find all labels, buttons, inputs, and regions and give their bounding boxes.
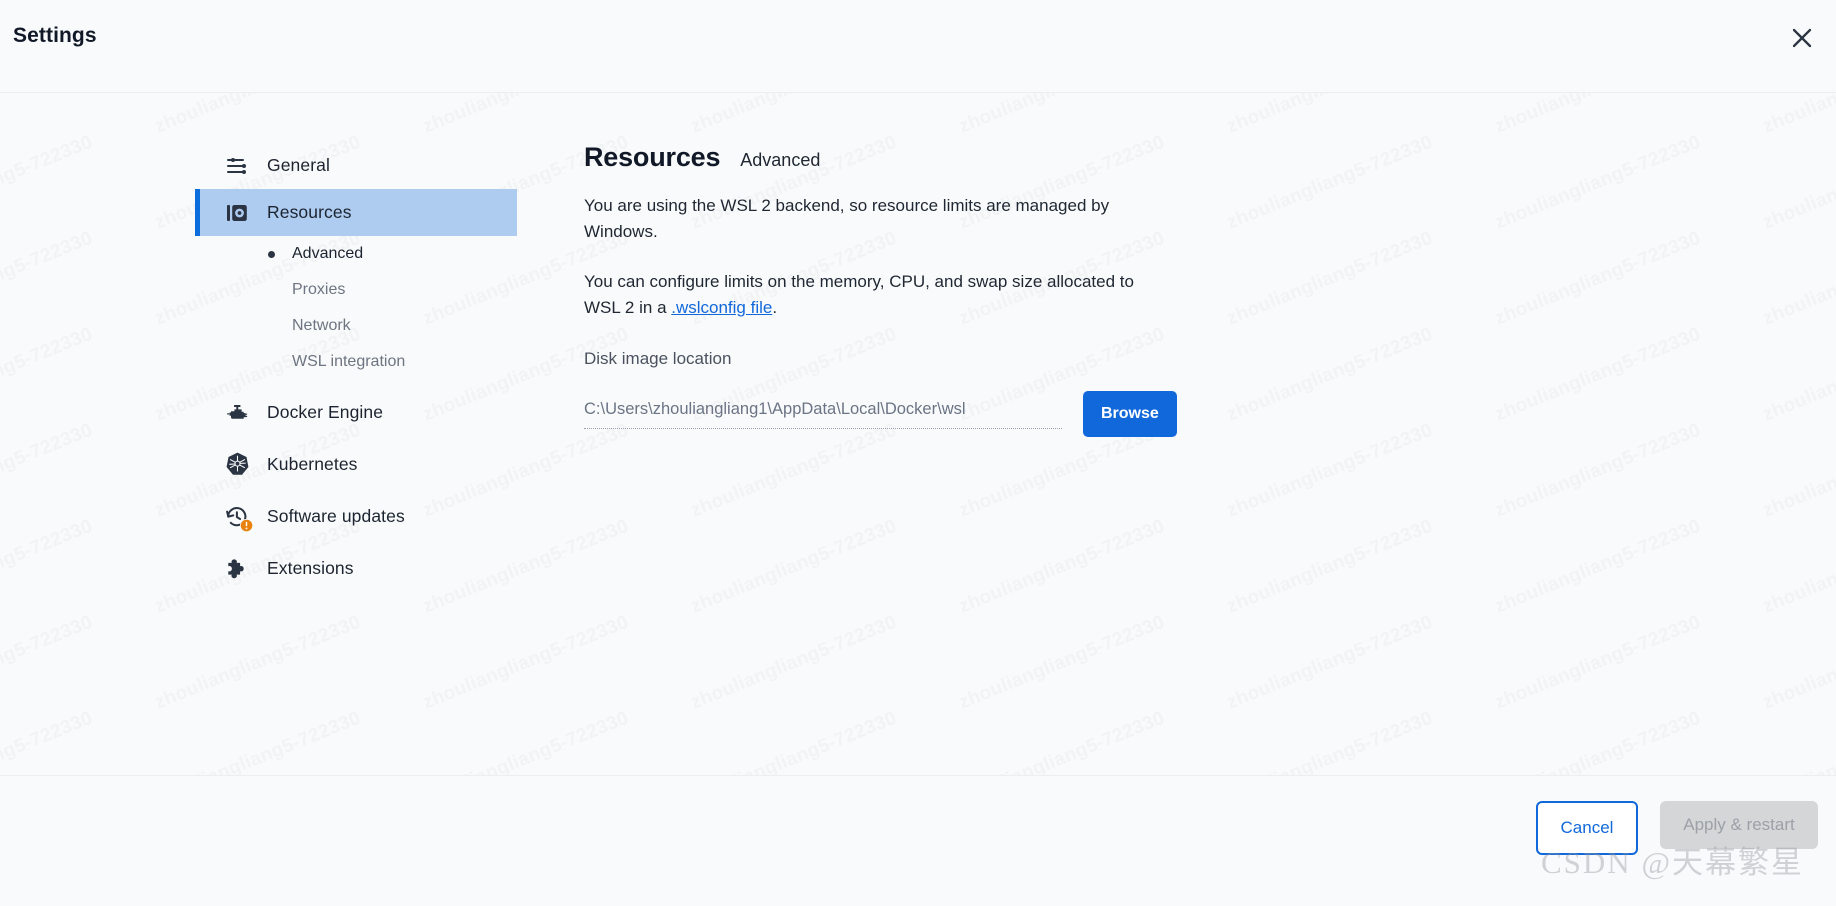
history-clock-icon [223, 503, 253, 532]
wsl-backend-description: You are using the WSL 2 backend, so reso… [584, 196, 1110, 241]
apply-and-restart-button: Apply & restart [1660, 801, 1818, 849]
cancel-button[interactable]: Cancel [1536, 801, 1638, 855]
kubernetes-icon [223, 451, 251, 479]
disk-image-location-row: Browse [584, 391, 1204, 437]
dialog-content: General Resources Advanced Proxies Netwo… [0, 93, 1836, 775]
sidebar-subitem-label: Proxies [292, 281, 346, 298]
disk-image-location-label: Disk image location [584, 349, 732, 368]
sidebar-subitem-proxies[interactable]: Proxies [195, 272, 517, 308]
panel-subtitle: Advanced [740, 150, 821, 170]
active-bullet-icon [268, 250, 275, 258]
sidebar-subitem-wsl-integration[interactable]: WSL integration [195, 344, 517, 380]
resources-advanced-panel: Resources Advanced You are using the WSL… [584, 142, 1204, 437]
panel-title: Resources [584, 142, 721, 172]
sidebar-item-label: Docker Engine [267, 402, 384, 422]
sidebar-item-label: Kubernetes [267, 454, 358, 474]
close-icon [1790, 26, 1814, 50]
dialog-footer: Cancel Apply & restart [0, 775, 1836, 906]
engine-icon [223, 399, 251, 427]
page-title: Settings [13, 24, 97, 47]
sidebar-item-resources[interactable]: Resources [195, 189, 517, 236]
sliders-icon [223, 152, 251, 180]
sidebar-item-label: Software updates [267, 506, 405, 526]
wslconfig-file-link[interactable]: .wslconfig file [671, 298, 772, 317]
footer-actions: Cancel Apply & restart [1536, 801, 1818, 855]
resources-icon [223, 199, 251, 227]
wsl-config-text-before: You can configure limits on the memory, … [584, 272, 1134, 317]
sidebar-item-kubernetes[interactable]: Kubernetes [195, 441, 517, 488]
wsl-config-description: You can configure limits on the memory, … [584, 269, 1164, 321]
disk-image-location-input[interactable] [584, 399, 1062, 429]
puzzle-piece-icon [223, 555, 251, 583]
warning-badge [240, 518, 253, 532]
dialog-header: Settings [0, 0, 1836, 93]
sidebar-item-general[interactable]: General [195, 142, 517, 189]
sidebar-item-label: Resources [267, 202, 352, 222]
sidebar-subitem-network[interactable]: Network [195, 308, 517, 344]
sidebar-item-label: Extensions [267, 558, 354, 578]
sidebar-item-software-updates[interactable]: Software updates [195, 493, 517, 540]
close-button[interactable] [1782, 18, 1822, 58]
sidebar-subitem-advanced[interactable]: Advanced [195, 236, 517, 272]
sidebar-subitem-label: Network [292, 317, 351, 334]
browse-button[interactable]: Browse [1083, 391, 1177, 437]
sidebar-item-extensions[interactable]: Extensions [195, 545, 517, 592]
panel-heading: Resources Advanced [584, 142, 1204, 173]
sidebar-item-docker-engine[interactable]: Docker Engine [195, 389, 517, 436]
sidebar-subitem-label: Advanced [292, 245, 364, 262]
sidebar-subitem-label: WSL integration [292, 353, 406, 370]
settings-sidebar: General Resources Advanced Proxies Netwo… [195, 142, 517, 592]
sidebar-item-label: General [267, 155, 330, 175]
wsl-config-text-after: . [772, 298, 778, 317]
